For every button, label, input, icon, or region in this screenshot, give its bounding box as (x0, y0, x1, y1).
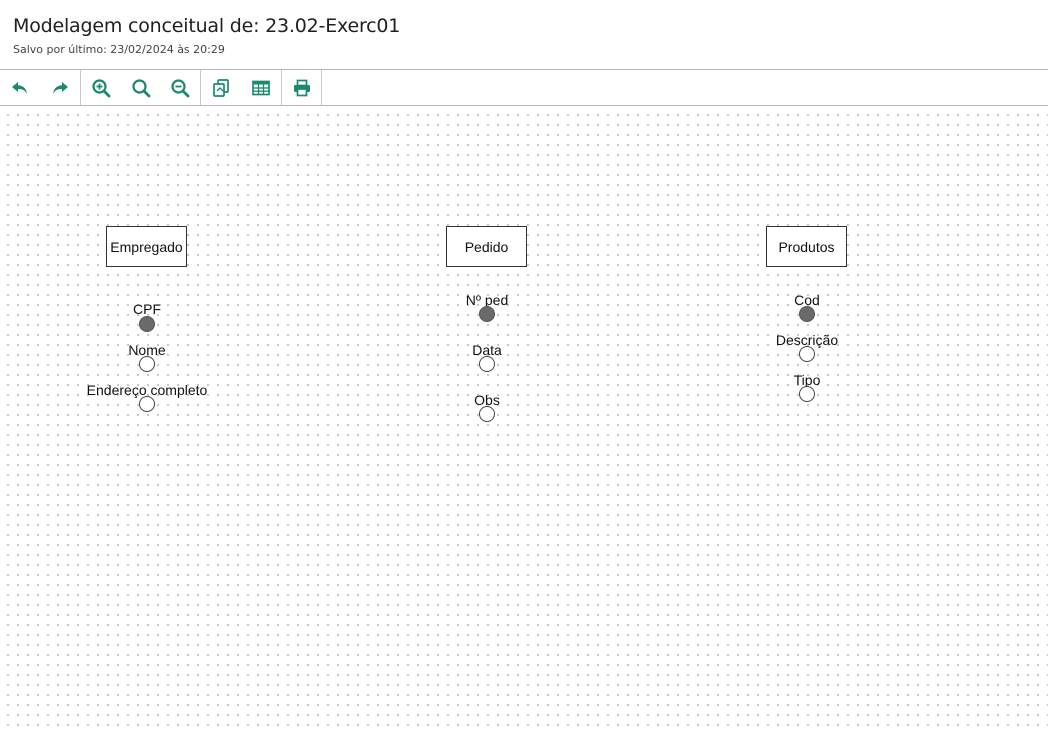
zoom-reset-button[interactable] (121, 70, 161, 105)
toolbar-divider (321, 70, 322, 105)
zoom-in-button[interactable] (81, 70, 121, 105)
undo-button[interactable] (0, 70, 40, 105)
attribute-dot[interactable] (479, 406, 495, 422)
copy-icon (213, 78, 229, 97)
attribute-label: CPF (133, 301, 161, 317)
table-button[interactable] (241, 70, 281, 105)
table-icon (252, 80, 270, 95)
diagram-canvas[interactable]: Empregado CPF Nome Endereço completo Ped… (0, 107, 1048, 732)
zoom-out-icon (171, 78, 190, 97)
zoom-reset-icon (132, 78, 151, 97)
header: Modelagem conceitual de: 23.02-Exerc01 S… (0, 0, 1048, 70)
redo-button[interactable] (40, 70, 80, 105)
entity-empregado[interactable]: Empregado (106, 226, 187, 267)
attribute-dot[interactable] (139, 396, 155, 412)
key-attribute-dot[interactable] (479, 306, 495, 322)
page-title: Modelagem conceitual de: 23.02-Exerc01 (13, 15, 401, 37)
undo-icon (12, 81, 27, 94)
copy-button[interactable] (201, 70, 241, 105)
print-icon (294, 79, 310, 96)
zoom-in-icon (92, 78, 111, 97)
attribute-dot[interactable] (799, 346, 815, 362)
print-button[interactable] (282, 70, 322, 105)
toolbar (0, 70, 1048, 106)
attribute-dot[interactable] (799, 386, 815, 402)
zoom-out-button[interactable] (160, 70, 200, 105)
attribute-dot[interactable] (139, 356, 155, 372)
redo-icon (53, 81, 68, 94)
last-saved-info: Salvo por último: 23/02/2024 às 20:29 (13, 43, 225, 56)
entity-pedido[interactable]: Pedido (446, 226, 527, 267)
attribute-dot[interactable] (479, 356, 495, 372)
key-attribute-dot[interactable] (139, 316, 155, 332)
key-attribute-dot[interactable] (799, 306, 815, 322)
entity-produtos[interactable]: Produtos (766, 226, 847, 267)
